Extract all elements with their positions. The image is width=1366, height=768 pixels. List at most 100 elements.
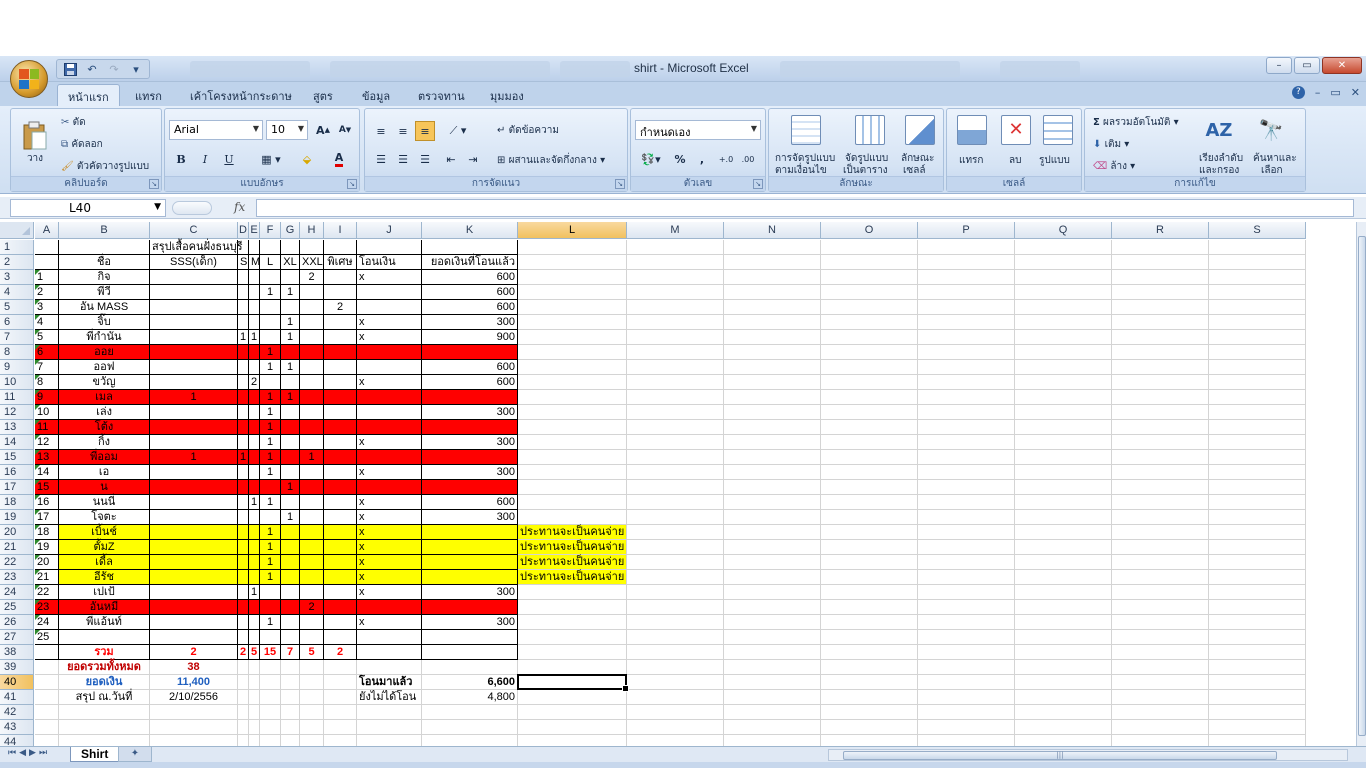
cell[interactable] <box>357 300 422 315</box>
cell[interactable] <box>422 735 518 746</box>
cell[interactable] <box>1015 300 1112 315</box>
cell[interactable] <box>821 240 918 255</box>
cell[interactable]: ยอดเงิน <box>59 675 150 690</box>
cell[interactable] <box>324 375 357 390</box>
cell[interactable] <box>518 450 627 465</box>
cell[interactable]: 11,400 <box>150 675 238 690</box>
cell[interactable] <box>518 735 627 746</box>
cell[interactable] <box>422 480 518 495</box>
cell[interactable]: S <box>238 255 249 270</box>
vertical-scrollbar[interactable] <box>1356 222 1366 746</box>
cell[interactable]: 300 <box>422 435 518 450</box>
cell[interactable]: 1 <box>260 420 281 435</box>
grow-font-icon[interactable]: A ▲ <box>313 120 333 140</box>
cell[interactable] <box>260 735 281 746</box>
cell[interactable]: 1 <box>281 285 300 300</box>
cell[interactable] <box>1015 240 1112 255</box>
row-header[interactable]: 21 <box>0 540 34 555</box>
cell[interactable]: ขวัญ <box>59 375 150 390</box>
cell[interactable] <box>627 495 724 510</box>
cell[interactable] <box>150 360 238 375</box>
cell[interactable]: น <box>59 480 150 495</box>
row-header[interactable]: 24 <box>0 585 34 600</box>
cell[interactable] <box>422 705 518 720</box>
cell[interactable] <box>724 600 821 615</box>
cell[interactable] <box>150 315 238 330</box>
cell[interactable] <box>238 360 249 375</box>
row-header[interactable]: 38 <box>0 645 34 660</box>
decrease-indent-icon[interactable]: ⇤ <box>441 149 461 169</box>
cell[interactable] <box>724 285 821 300</box>
cell[interactable] <box>821 345 918 360</box>
cell[interactable] <box>281 630 300 645</box>
cell[interactable] <box>821 480 918 495</box>
cell[interactable] <box>1015 270 1112 285</box>
delete-cells-icon[interactable]: ✕ <box>1001 115 1031 145</box>
cell[interactable] <box>281 525 300 540</box>
column-header-l[interactable]: L <box>518 222 627 239</box>
cell[interactable]: 1 <box>238 330 249 345</box>
cell[interactable] <box>260 510 281 525</box>
cell[interactable]: สรุป ณ.วันที่ <box>59 690 150 705</box>
cell[interactable] <box>324 360 357 375</box>
cell[interactable] <box>1015 630 1112 645</box>
cell[interactable] <box>821 555 918 570</box>
align-top-icon[interactable]: ≡ <box>371 121 391 141</box>
cell[interactable] <box>249 465 260 480</box>
cell[interactable] <box>281 240 300 255</box>
cell[interactable] <box>821 585 918 600</box>
cell[interactable] <box>918 435 1015 450</box>
cell[interactable] <box>821 540 918 555</box>
cell[interactable] <box>627 300 724 315</box>
cell[interactable]: โอนเงิน <box>357 255 422 270</box>
cell[interactable] <box>627 600 724 615</box>
row-header[interactable]: 19 <box>0 510 34 525</box>
cell[interactable] <box>249 630 260 645</box>
cell[interactable]: 2 <box>300 270 324 285</box>
cell[interactable] <box>627 645 724 660</box>
cell[interactable] <box>724 435 821 450</box>
cell[interactable] <box>1015 405 1112 420</box>
cell[interactable] <box>918 330 1015 345</box>
cell[interactable] <box>1209 495 1306 510</box>
cell[interactable] <box>324 405 357 420</box>
cell[interactable] <box>357 285 422 300</box>
cell[interactable] <box>627 375 724 390</box>
cell[interactable] <box>821 495 918 510</box>
cell[interactable]: 1 <box>260 570 281 585</box>
cell[interactable]: 3 <box>35 300 59 315</box>
cell[interactable] <box>918 270 1015 285</box>
cell[interactable] <box>918 525 1015 540</box>
cell[interactable] <box>1209 660 1306 675</box>
cell[interactable] <box>1015 255 1112 270</box>
row-header[interactable]: 10 <box>0 375 34 390</box>
cell[interactable] <box>918 720 1015 735</box>
cell[interactable] <box>518 720 627 735</box>
cell[interactable] <box>260 480 281 495</box>
cell[interactable] <box>918 495 1015 510</box>
cell[interactable] <box>1112 570 1209 585</box>
cell[interactable] <box>724 660 821 675</box>
align-middle-icon[interactable]: ≡ <box>393 121 413 141</box>
cell[interactable]: เบิ้นช์ <box>59 525 150 540</box>
cell[interactable] <box>238 555 249 570</box>
cell[interactable] <box>1112 330 1209 345</box>
cell[interactable] <box>249 300 260 315</box>
cell[interactable] <box>150 285 238 300</box>
cell[interactable]: ประทานจะเป็นคนจ่าย <box>518 555 627 570</box>
cell[interactable] <box>918 360 1015 375</box>
merge-center-button[interactable]: ⊞ ผสานและจัดกึ่งกลาง ▾ <box>497 153 605 168</box>
cell[interactable] <box>1209 555 1306 570</box>
cell[interactable] <box>150 615 238 630</box>
cell[interactable]: 1 <box>150 390 238 405</box>
cell[interactable] <box>1209 255 1306 270</box>
cell[interactable] <box>357 660 422 675</box>
cell[interactable] <box>281 615 300 630</box>
cell[interactable] <box>918 480 1015 495</box>
cell[interactable] <box>422 450 518 465</box>
cell[interactable] <box>518 420 627 435</box>
cell[interactable]: 15 <box>260 645 281 660</box>
cell[interactable] <box>324 390 357 405</box>
insert-sheet-icon[interactable]: ✦ <box>118 747 152 762</box>
cell[interactable] <box>281 375 300 390</box>
